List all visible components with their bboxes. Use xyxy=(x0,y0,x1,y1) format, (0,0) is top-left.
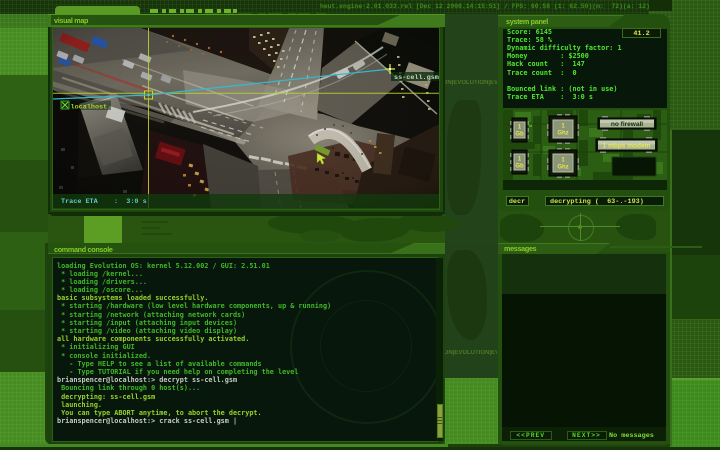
svg-text:no firewall: no firewall xyxy=(611,121,643,128)
svg-text:ss-cell.gsm: ss-cell.gsm xyxy=(394,74,439,82)
svg-text:Ghz: Ghz xyxy=(557,131,568,137)
svg-text:Gb: Gb xyxy=(515,164,524,170)
svg-text:Ghz: Ghz xyxy=(557,165,568,171)
svg-text:1 mbps modem: 1 mbps modem xyxy=(603,143,651,150)
svg-text:localhost: localhost xyxy=(71,104,108,112)
svg-text:Gb: Gb xyxy=(515,132,524,138)
